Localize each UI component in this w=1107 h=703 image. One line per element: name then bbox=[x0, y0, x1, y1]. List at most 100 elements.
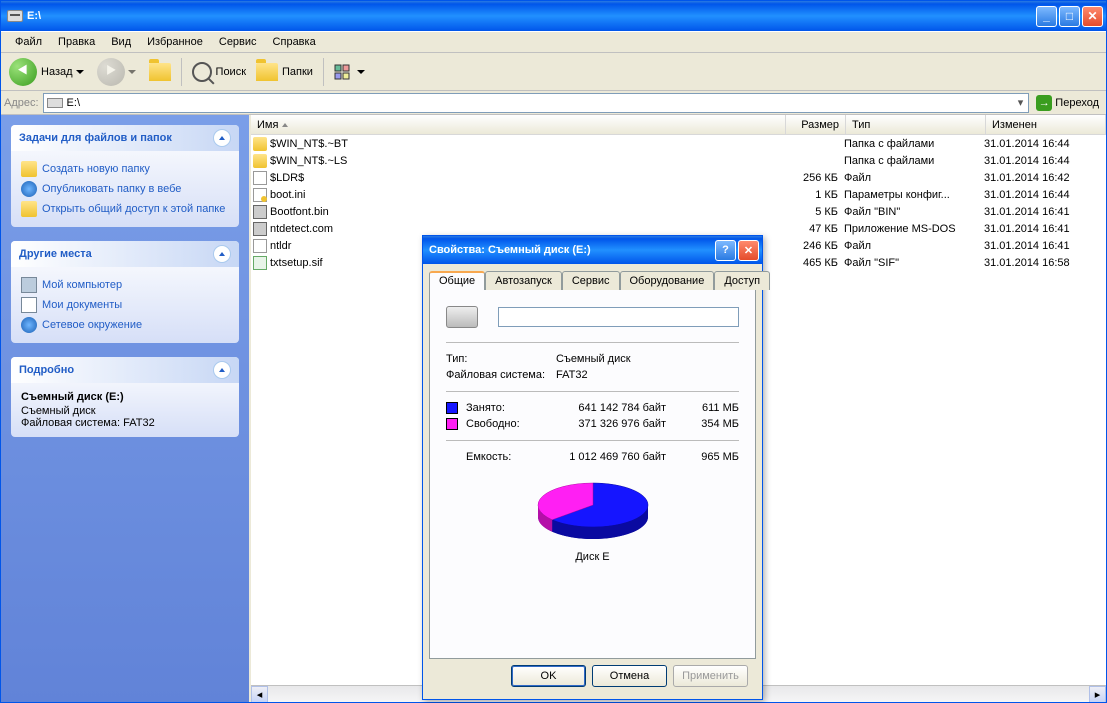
up-button[interactable] bbox=[145, 61, 175, 83]
task-publish-web[interactable]: Опубликовать папку в вебе bbox=[21, 179, 229, 199]
collapse-button[interactable] bbox=[213, 129, 231, 147]
task-share[interactable]: Открыть общий доступ к этой папке bbox=[21, 199, 229, 219]
folder-icon bbox=[253, 154, 267, 168]
used-space-row: Занято: 641 142 784 байт 611 МБ bbox=[446, 400, 739, 416]
chevron-down-icon[interactable]: ▾ bbox=[1018, 96, 1026, 109]
search-button[interactable]: Поиск bbox=[188, 60, 250, 84]
sidebar: Задачи для файлов и папок Создать новую … bbox=[1, 115, 249, 702]
col-type[interactable]: Тип bbox=[846, 115, 986, 134]
place-my-computer[interactable]: Мой компьютер bbox=[21, 275, 229, 295]
file-row[interactable]: $LDR$256 КБФайл31.01.2014 16:42 bbox=[251, 169, 1106, 186]
menu-edit[interactable]: Правка bbox=[50, 34, 103, 50]
file-row[interactable]: $WIN_NT$.~BTПапка с файлами31.01.2014 16… bbox=[251, 135, 1106, 152]
volume-label-input[interactable] bbox=[498, 307, 739, 327]
computer-icon bbox=[21, 277, 37, 293]
drive-icon bbox=[7, 10, 23, 22]
scroll-right-button[interactable]: ▸ bbox=[1089, 686, 1106, 702]
folder-up-icon bbox=[149, 63, 171, 81]
minimize-button[interactable]: _ bbox=[1036, 6, 1057, 27]
ini-icon bbox=[253, 188, 267, 202]
panel-title: Другие места bbox=[19, 248, 92, 260]
menu-help[interactable]: Справка bbox=[265, 34, 324, 50]
collapse-button[interactable] bbox=[213, 245, 231, 263]
free-space-row: Свободно: 371 326 976 байт 354 МБ bbox=[446, 416, 739, 432]
network-icon bbox=[21, 317, 37, 333]
details-fs: Файловая система: FAT32 bbox=[21, 417, 229, 429]
close-button[interactable]: ✕ bbox=[1082, 6, 1103, 27]
forward-button[interactable]: ⯈ bbox=[93, 56, 143, 88]
col-name[interactable]: Имя bbox=[251, 115, 786, 134]
bin-icon bbox=[253, 222, 267, 236]
details-type: Съемный диск bbox=[21, 405, 229, 417]
back-icon: ⯇ bbox=[9, 58, 37, 86]
details-name: Съемный диск (E:) bbox=[21, 391, 229, 403]
web-icon bbox=[21, 181, 37, 197]
free-color-swatch bbox=[446, 418, 458, 430]
apply-button[interactable]: Применить bbox=[673, 665, 748, 687]
cancel-button[interactable]: Отмена bbox=[592, 665, 667, 687]
file-icon bbox=[253, 171, 267, 185]
address-label: Адрес: bbox=[4, 97, 39, 109]
views-icon bbox=[334, 64, 354, 80]
share-icon bbox=[21, 201, 37, 217]
views-button[interactable] bbox=[330, 62, 372, 82]
menu-view[interactable]: Вид bbox=[103, 34, 139, 50]
disk-usage-pie bbox=[518, 475, 668, 545]
tasks-panel: Задачи для файлов и папок Создать новую … bbox=[11, 125, 239, 227]
back-button[interactable]: ⯇ Назад bbox=[5, 56, 91, 88]
properties-dialog: Свойства: Съемный диск (E:) ? ✕ Общие Ав… bbox=[422, 235, 763, 700]
toolbar: ⯇ Назад ⯈ Поиск Папки bbox=[1, 53, 1106, 91]
dialog-titlebar: Свойства: Съемный диск (E:) ? ✕ bbox=[423, 236, 762, 264]
sort-asc-icon bbox=[282, 123, 288, 127]
txt-icon bbox=[253, 256, 267, 270]
details-panel: Подробно Съемный диск (E:) Съемный диск … bbox=[11, 357, 239, 437]
drive-icon bbox=[446, 306, 478, 328]
folders-button[interactable]: Папки bbox=[252, 61, 317, 83]
help-button[interactable]: ? bbox=[715, 240, 736, 261]
file-row[interactable]: boot.ini1 КБПараметры конфиг...31.01.201… bbox=[251, 186, 1106, 203]
chevron-down-icon bbox=[357, 70, 365, 74]
task-new-folder[interactable]: Создать новую папку bbox=[21, 159, 229, 179]
menu-favorites[interactable]: Избранное bbox=[139, 34, 211, 50]
menu-file[interactable]: Файл bbox=[7, 34, 50, 50]
file-row[interactable]: Bootfont.bin5 КБФайл "BIN"31.01.2014 16:… bbox=[251, 203, 1106, 220]
scroll-left-button[interactable]: ◂ bbox=[251, 686, 268, 702]
maximize-button[interactable]: □ bbox=[1059, 6, 1080, 27]
tab-autorun[interactable]: Автозапуск bbox=[485, 271, 562, 290]
tab-general[interactable]: Общие bbox=[429, 271, 485, 290]
tab-sharing[interactable]: Доступ bbox=[714, 271, 770, 290]
folder-icon bbox=[256, 63, 278, 81]
drive-icon bbox=[47, 98, 63, 108]
dialog-close-button[interactable]: ✕ bbox=[738, 240, 759, 261]
tab-strip: Общие Автозапуск Сервис Оборудование Дос… bbox=[429, 270, 756, 289]
capacity-row: Емкость: 1 012 469 760 байт 965 МБ bbox=[446, 449, 739, 465]
titlebar: E:\ _ □ ✕ bbox=[1, 1, 1106, 31]
go-button[interactable]: → Переход bbox=[1032, 93, 1103, 113]
collapse-button[interactable] bbox=[213, 361, 231, 379]
documents-icon bbox=[21, 297, 37, 313]
new-folder-icon bbox=[21, 161, 37, 177]
tab-tools[interactable]: Сервис bbox=[562, 271, 620, 290]
col-date[interactable]: Изменен bbox=[986, 115, 1106, 134]
menu-tools[interactable]: Сервис bbox=[211, 34, 265, 50]
search-icon bbox=[192, 62, 212, 82]
col-size[interactable]: Размер bbox=[786, 115, 846, 134]
folder-icon bbox=[253, 137, 267, 151]
file-row[interactable]: $WIN_NT$.~LSПапка с файлами31.01.2014 16… bbox=[251, 152, 1106, 169]
ok-button[interactable]: OK bbox=[511, 665, 586, 687]
go-icon: → bbox=[1036, 95, 1052, 111]
forward-icon: ⯈ bbox=[97, 58, 125, 86]
panel-title: Подробно bbox=[19, 364, 74, 376]
places-panel: Другие места Мой компьютер Мои документы… bbox=[11, 241, 239, 343]
menubar: Файл Правка Вид Избранное Сервис Справка bbox=[1, 31, 1106, 53]
bin-icon bbox=[253, 205, 267, 219]
place-my-documents[interactable]: Мои документы bbox=[21, 295, 229, 315]
column-headers: Имя Размер Тип Изменен bbox=[251, 115, 1106, 135]
chevron-down-icon bbox=[128, 70, 136, 74]
used-color-swatch bbox=[446, 402, 458, 414]
address-input[interactable]: E:\ ▾ bbox=[43, 93, 1030, 113]
tab-hardware[interactable]: Оборудование bbox=[620, 271, 715, 290]
pie-label: Диск E bbox=[446, 551, 739, 563]
tab-content: Тип:Съемный диск Файловая система:FAT32 … bbox=[429, 289, 756, 659]
place-network[interactable]: Сетевое окружение bbox=[21, 315, 229, 335]
